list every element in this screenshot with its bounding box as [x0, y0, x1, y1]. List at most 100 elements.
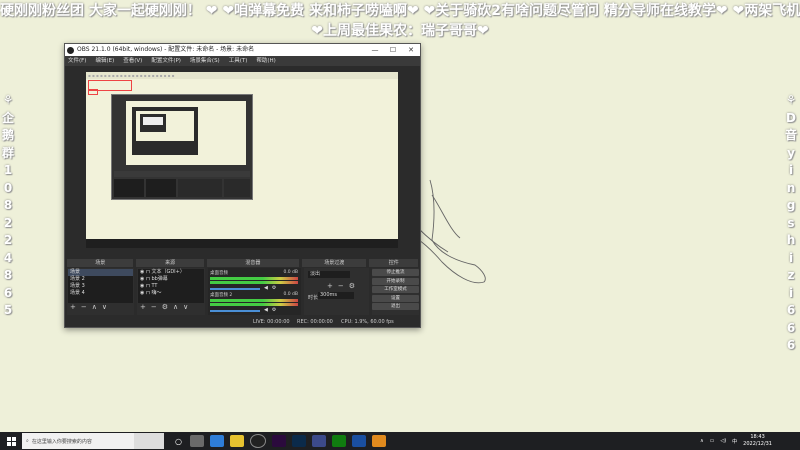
ime-icon[interactable]: 中: [732, 438, 737, 445]
vertical-char: 音: [784, 128, 797, 142]
gear-icon[interactable]: ⚙: [272, 285, 276, 291]
vertical-char: 6: [3, 285, 13, 300]
taskbar-clock[interactable]: 18:43 2022/12/31: [743, 434, 772, 448]
menu-item[interactable]: 帮助(H): [256, 56, 275, 66]
obs-logo-icon: [67, 46, 74, 54]
source-item[interactable]: ◉ ⊓ bb弹幕: [138, 276, 204, 283]
control-button[interactable]: 设置: [372, 294, 419, 302]
obs-titlebar[interactable]: OBS 21.1.0 (64bit, windows) - 配置文件: 未命名 …: [65, 44, 420, 56]
source-label: 嗨～: [151, 290, 162, 296]
tray-up-icon[interactable]: ∧: [700, 438, 704, 444]
scenes-dock: 场景 场景 2 场景 3 场景 4 + − ∧ ∨: [67, 268, 134, 315]
vertical-char: D: [786, 110, 796, 125]
gear-icon[interactable]: ⚙: [272, 307, 276, 313]
vertical-char: s: [787, 215, 795, 230]
clock-date: 2022/12/31: [743, 441, 772, 447]
volume-fader[interactable]: [210, 287, 260, 290]
vertical-char: 2: [3, 233, 13, 247]
source-up-icon[interactable]: ∧: [173, 303, 178, 311]
transition-toolbar: + − ⚙: [327, 282, 355, 290]
control-button[interactable]: 退出: [372, 303, 419, 310]
sources-list[interactable]: ◉ ⊓ 文本（GDI+） ◉ ⊓ bb弹幕 ◉ ⊓ TT ◉ ⊓ 嗨～: [138, 269, 204, 303]
speaker-icon[interactable]: ◀: [264, 307, 268, 313]
add-scene-icon[interactable]: +: [70, 303, 76, 311]
mixer-dock: 桌面音频 0.0 dB ◀ ⚙ 桌面音频 2 0.0 dB ◀ ⚙: [208, 268, 301, 315]
scene-item[interactable]: 场景 3: [68, 283, 133, 290]
menu-item[interactable]: 文件(F): [68, 56, 86, 66]
app-icon-2[interactable]: [351, 435, 366, 447]
scene-item[interactable]: 场景: [68, 269, 133, 276]
move-up-icon[interactable]: ∧: [92, 303, 97, 311]
menu-item[interactable]: 编辑(E): [95, 56, 114, 66]
remove-scene-icon[interactable]: −: [81, 303, 87, 311]
source-item[interactable]: ◉ ⊓ 文本（GDI+）: [138, 269, 204, 276]
obs-preview-canvas[interactable]: ▪ ▪ ▪ ▪ ▪ ▪ ▪ ▪ ▪ ▪ ▪ ▪ ▪ ▪ ▪ ▪ ▪ ▪ ▪ ▪ …: [86, 72, 398, 248]
scenes-toolbar: + − ∧ ∨: [70, 303, 107, 311]
vertical-char: i: [788, 250, 794, 265]
task-view-app-icon[interactable]: [189, 435, 204, 447]
transition-type-select[interactable]: 淡出: [308, 271, 350, 278]
premiere-icon[interactable]: [271, 435, 286, 447]
live-time: LIVE: 00:00:00: [253, 319, 290, 325]
source-item[interactable]: ◉ ⊓ TT: [138, 283, 204, 290]
close-icon[interactable]: ✕: [402, 44, 420, 56]
network-icon[interactable]: ▭: [710, 438, 715, 444]
best-farmer-banner: ❤上周最佳果农：瑞子哥哥❤: [311, 23, 489, 39]
remove-source-icon[interactable]: −: [151, 303, 157, 311]
nested-obs-preview: [111, 94, 253, 200]
vertical-char: g: [786, 198, 796, 212]
edge-browser-icon[interactable]: [209, 435, 224, 447]
menu-item[interactable]: 工具(T): [229, 56, 248, 66]
control-button[interactable]: 停止推流: [372, 269, 419, 276]
source-label: TT: [151, 283, 158, 289]
scene-item[interactable]: 场景 2: [68, 276, 133, 283]
vertical-char: 2: [3, 215, 13, 230]
sources-dock: ◉ ⊓ 文本（GDI+） ◉ ⊓ bb弹幕 ◉ ⊓ TT ◉ ⊓ 嗨～ + − ⚙ ∧…: [137, 268, 205, 315]
control-button[interactable]: 开始录制: [372, 277, 419, 285]
task-view-icon[interactable]: ○: [175, 437, 182, 446]
source-down-icon[interactable]: ∨: [183, 303, 188, 311]
menu-item[interactable]: 查看(V): [123, 56, 142, 66]
source-selection-box-small[interactable]: [88, 89, 98, 95]
vertical-char: 1: [3, 163, 13, 177]
xbox-icon[interactable]: [331, 435, 346, 447]
sources-dock-title: 来源: [136, 259, 204, 267]
obs-menubar: 文件(F) 编辑(E) 查看(V) 配置文件(P) 场景集合(S) 工具(T) 帮助(H): [65, 56, 420, 66]
windows-start-icon[interactable]: [0, 432, 22, 450]
speaker-icon[interactable]: ◀: [264, 285, 268, 291]
menu-item[interactable]: 场景集合(S): [190, 56, 220, 66]
scenes-list[interactable]: 场景 场景 2 场景 3 场景 4: [68, 269, 133, 303]
scenes-dock-title: 场景: [67, 259, 134, 267]
taskbar-search-input[interactable]: ⌕ 在这里输入你要搜索的内容: [22, 433, 134, 449]
vertical-char: n: [786, 180, 796, 195]
control-button[interactable]: 工作室模式: [372, 286, 419, 293]
menu-item[interactable]: 配置文件(P): [151, 56, 181, 66]
maximize-icon[interactable]: ☐: [384, 44, 402, 56]
mixer-channel-name: 桌面音频 2: [210, 293, 233, 298]
vertical-char: i: [788, 285, 794, 300]
source-item[interactable]: ◉ ⊓ 嗨～: [138, 290, 204, 297]
source-settings-icon[interactable]: ⚙: [162, 303, 168, 311]
app-icon[interactable]: [311, 435, 326, 447]
transition-settings-icon[interactable]: ⚙: [349, 282, 355, 290]
add-transition-icon[interactable]: +: [327, 282, 333, 290]
app-icon-3[interactable]: [371, 435, 386, 447]
vertical-char: 6: [786, 320, 796, 335]
source-label: 文本（GDI+）: [151, 269, 185, 275]
photoshop-icon[interactable]: [291, 435, 306, 447]
duration-input[interactable]: 300ms: [318, 292, 354, 299]
scene-item[interactable]: 场景 4: [68, 290, 133, 297]
vertical-char: 0: [3, 180, 13, 195]
remove-transition-icon[interactable]: −: [338, 282, 344, 290]
mixer-dock-title: 混音器: [206, 259, 299, 267]
move-down-icon[interactable]: ∨: [102, 303, 107, 311]
volume-fader[interactable]: [210, 309, 260, 312]
minimize-icon[interactable]: —: [366, 44, 384, 56]
vertical-char: 6: [786, 303, 796, 317]
mixer-channel: 桌面音频 2 0.0 dB ◀ ⚙: [210, 292, 298, 313]
obs-window[interactable]: OBS 21.1.0 (64bit, windows) - 配置文件: 未命名 …: [64, 43, 421, 328]
volume-icon[interactable]: ◁): [720, 438, 726, 444]
add-source-icon[interactable]: +: [140, 303, 146, 311]
file-explorer-icon[interactable]: [229, 435, 244, 447]
obs-taskbar-icon[interactable]: [249, 434, 266, 448]
